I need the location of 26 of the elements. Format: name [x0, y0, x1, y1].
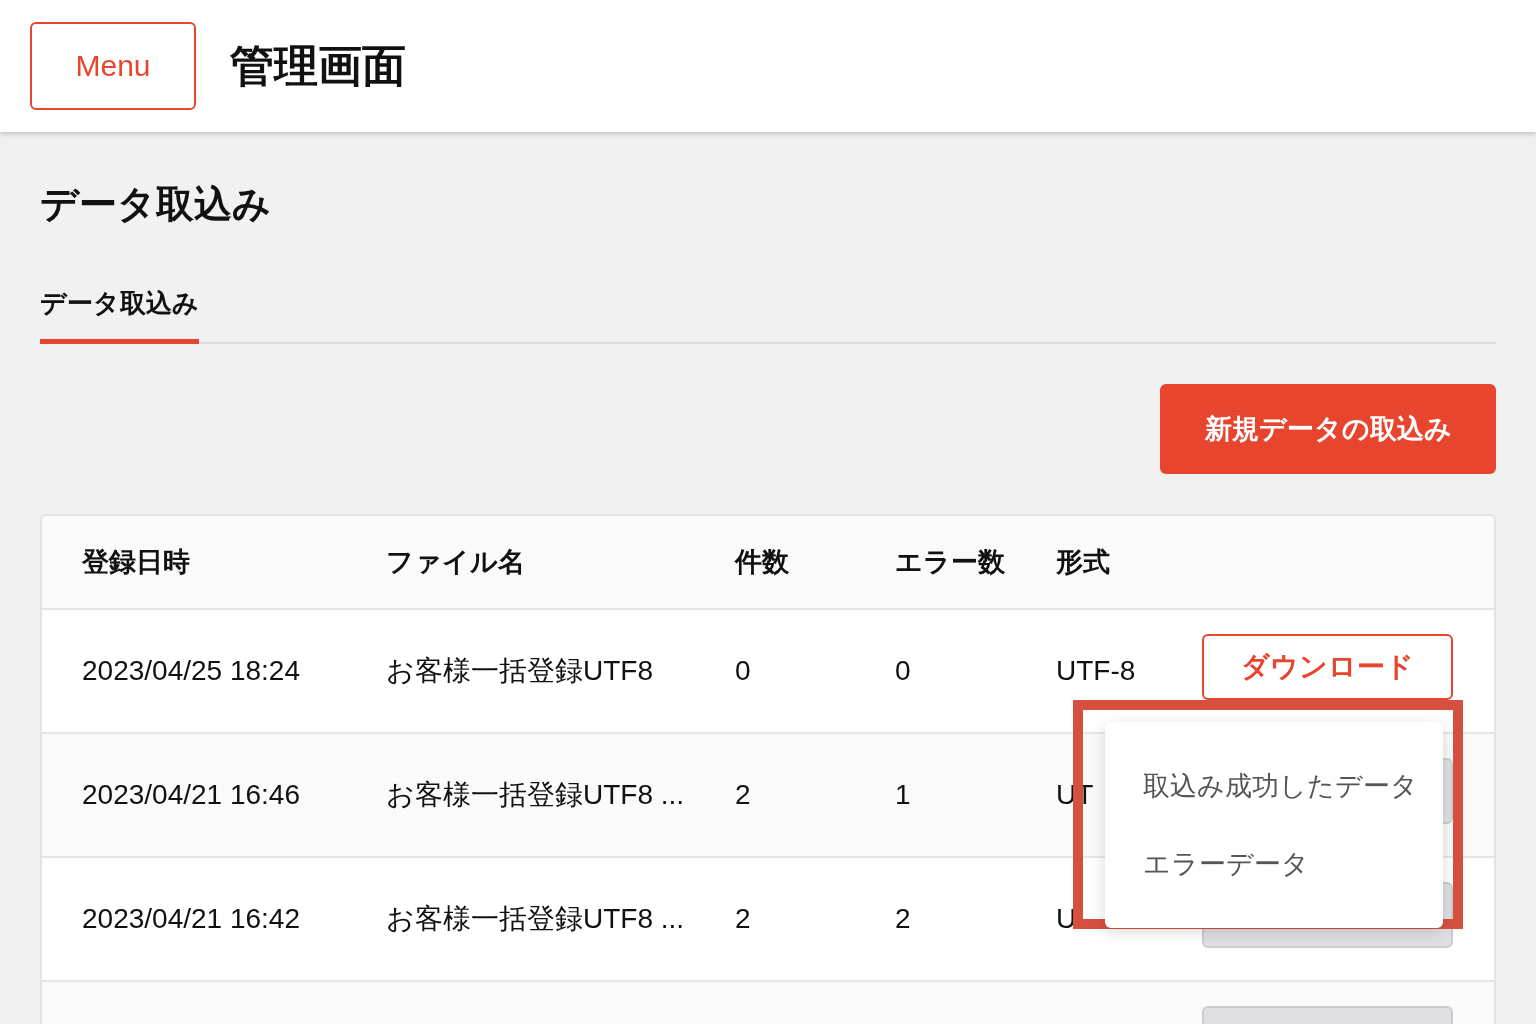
column-header: 件数	[735, 546, 790, 579]
table-cell-text: 2023/04/25 18:24	[82, 655, 301, 687]
table-cell-text: 2	[735, 779, 752, 811]
menu-item[interactable]: エラーデータ	[1143, 846, 1309, 882]
app-title: 管理画面	[230, 39, 406, 92]
table-cell-text: 2023/04/21 16:46	[82, 779, 301, 811]
table-cell-text: 1	[895, 779, 912, 811]
table-cell-text: 2	[895, 903, 912, 935]
page-title: データ取込み	[40, 182, 272, 227]
table-cell-text: お客様一括登録UTF8	[386, 654, 654, 688]
download-button[interactable]: ダウンロード	[1202, 634, 1453, 700]
column-header: ファイル名	[386, 546, 526, 579]
table-cell-text: お客様一括登録UTF8 ...	[386, 778, 686, 812]
tab[interactable]: データ取込み	[40, 286, 199, 344]
menu-button[interactable]: Menu	[30, 22, 196, 110]
table-cell-text: UTF-8	[1056, 655, 1137, 687]
column-header: 登録日時	[82, 546, 191, 579]
table-cell-text: 0	[735, 655, 752, 687]
table-cell-text: 0	[895, 655, 912, 687]
table-cell-text: 2023/04/21 16:42	[82, 903, 301, 935]
column-header: 形式	[1056, 546, 1111, 579]
table-cell-text: お客様一括登録UTF8 ...	[386, 902, 686, 936]
column-header: エラー数	[895, 546, 1006, 579]
table-cell-text: 2	[735, 903, 752, 935]
menu-item[interactable]: 取込み成功したデータ	[1143, 768, 1418, 804]
new-import-button[interactable]: 新規データの取込み	[1160, 384, 1496, 474]
